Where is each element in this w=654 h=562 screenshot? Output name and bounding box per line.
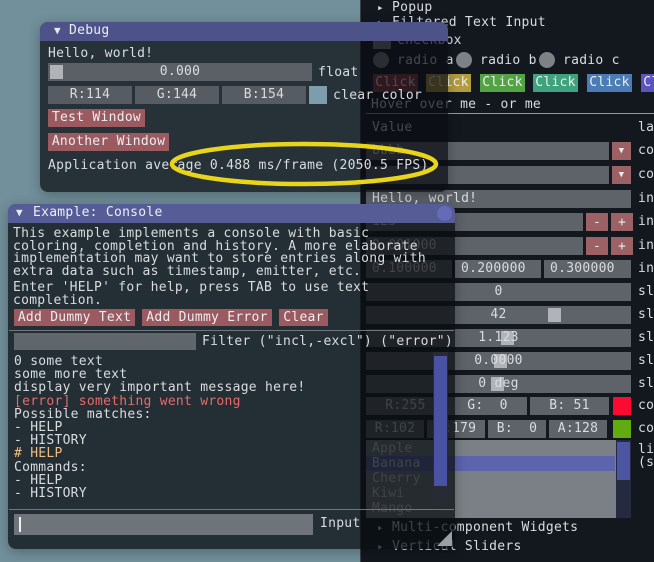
click-button-5[interactable]: Click: [587, 74, 632, 92]
console-input-label: Input: [320, 517, 360, 531]
slider-grab[interactable]: [548, 308, 561, 322]
plus-button[interactable]: +: [611, 213, 633, 231]
slider-label: sl: [638, 377, 654, 391]
input-float-label: in: [638, 239, 654, 253]
minus-button[interactable]: -: [586, 213, 608, 231]
combo-arrow-button[interactable]: ▼: [612, 142, 631, 160]
log-line: - HISTORY: [14, 487, 87, 501]
console-log: 0 some text some more text display very …: [8, 352, 455, 505]
slider-label: sl: [638, 331, 654, 345]
add-dummy-text-button[interactable]: Add Dummy Text: [14, 309, 135, 326]
radio-c[interactable]: [539, 52, 555, 68]
combo-2-label: co: [638, 168, 654, 182]
clear-button[interactable]: Clear: [279, 309, 328, 326]
tree-node-popup[interactable]: ▸ Popup: [377, 0, 433, 15]
window-title: Debug: [69, 24, 109, 38]
slider-label: sl: [638, 285, 654, 299]
listbox-scrollbar[interactable]: [616, 440, 631, 518]
chevron-right-icon: ▸: [377, 1, 384, 14]
slider-grab[interactable]: [50, 65, 63, 79]
console-titlebar[interactable]: ▼ Example: Console: [8, 204, 455, 223]
input-int-label: in: [638, 215, 654, 229]
filter-label: Filter ("incl,-excl") ("error"): [202, 335, 453, 349]
chevron-right-icon: ▸: [377, 558, 384, 562]
input-float3-label: in: [638, 262, 654, 276]
debug-titlebar[interactable]: ▼ Debug: [40, 22, 448, 41]
console-window: ▼ Example: Console This example implemen…: [8, 204, 455, 549]
scrollbar-grab[interactable]: [434, 356, 447, 486]
color4-label: co: [638, 422, 654, 436]
float-slider[interactable]: 0.000: [48, 63, 312, 81]
add-dummy-error-button[interactable]: Add Dummy Error: [142, 309, 272, 326]
separator: [9, 509, 454, 510]
chevron-down-icon: ▼: [619, 146, 625, 156]
float-slider-label: float: [318, 66, 358, 80]
input-float3-y[interactable]: 0.200000: [455, 260, 541, 278]
color3-g-field[interactable]: G: 0: [448, 397, 527, 415]
text-cursor: [19, 517, 21, 532]
input-text-label: in: [638, 192, 654, 206]
clear-color-label: clear color: [333, 89, 422, 103]
chevron-down-icon: ▼: [619, 170, 625, 180]
radio-b-label: radio b: [480, 54, 537, 68]
slider-label: sl: [638, 354, 654, 368]
separator: [9, 330, 454, 331]
clear-color-b-field[interactable]: B:154: [222, 86, 306, 104]
radio-b[interactable]: [456, 52, 472, 68]
tree-node-partial[interactable]: ▸: [377, 557, 384, 562]
tree-node-label: Popup: [392, 1, 432, 15]
collapse-arrow-icon[interactable]: ▼: [16, 206, 23, 219]
color3-label: co: [638, 399, 654, 413]
clear-color-swatch[interactable]: [309, 86, 327, 104]
minus-button[interactable]: -: [586, 237, 608, 255]
combo-arrow-button[interactable]: ▼: [612, 166, 631, 184]
window-title: Example: Console: [33, 206, 163, 220]
console-description: extra data such as timestamp, emitter, e…: [13, 265, 361, 279]
collapse-arrow-icon[interactable]: ▼: [54, 24, 61, 37]
color3-swatch[interactable]: [613, 397, 631, 415]
slider-label: sl: [638, 308, 654, 322]
clear-color-g-field[interactable]: G:144: [135, 86, 219, 104]
debug-window: ▼ Debug Hello, world! 0.000 float R:114 …: [40, 22, 448, 192]
fps-stats-text: Application average 0.488 ms/frame (2050…: [48, 159, 429, 173]
input-float3-z[interactable]: 0.300000: [544, 260, 631, 278]
color4-a-field[interactable]: A:128: [549, 420, 607, 438]
test-window-button[interactable]: Test Window: [48, 109, 145, 127]
click-button-6[interactable]: Click: [641, 74, 654, 92]
hello-world-text: Hello, world!: [48, 47, 153, 61]
label-text-label: la: [638, 121, 654, 135]
scrollbar-grab[interactable]: [617, 442, 630, 480]
resize-grip[interactable]: [437, 531, 452, 546]
another-window-button[interactable]: Another Window: [48, 133, 169, 151]
close-button[interactable]: [437, 206, 452, 221]
clear-color-r-field[interactable]: R:114: [48, 86, 132, 104]
combo-label: co: [638, 144, 654, 158]
filter-input[interactable]: [14, 333, 196, 350]
console-input[interactable]: [14, 514, 313, 535]
color4-swatch[interactable]: [613, 420, 631, 438]
screen: ▸ Popup ▸ Filtered Text Input checkbox r…: [0, 0, 654, 562]
radio-c-label: radio c: [563, 54, 620, 68]
console-help-text: completion.: [13, 294, 102, 308]
click-button-4[interactable]: Click: [533, 74, 578, 92]
console-scrollbar[interactable]: [433, 352, 448, 505]
plus-button[interactable]: +: [611, 237, 633, 255]
click-button-3[interactable]: Click: [480, 74, 525, 92]
color4-b-field[interactable]: B: 0: [488, 420, 546, 438]
listbox-label: (s: [638, 456, 654, 470]
color3-b-field[interactable]: B: 51: [530, 397, 609, 415]
